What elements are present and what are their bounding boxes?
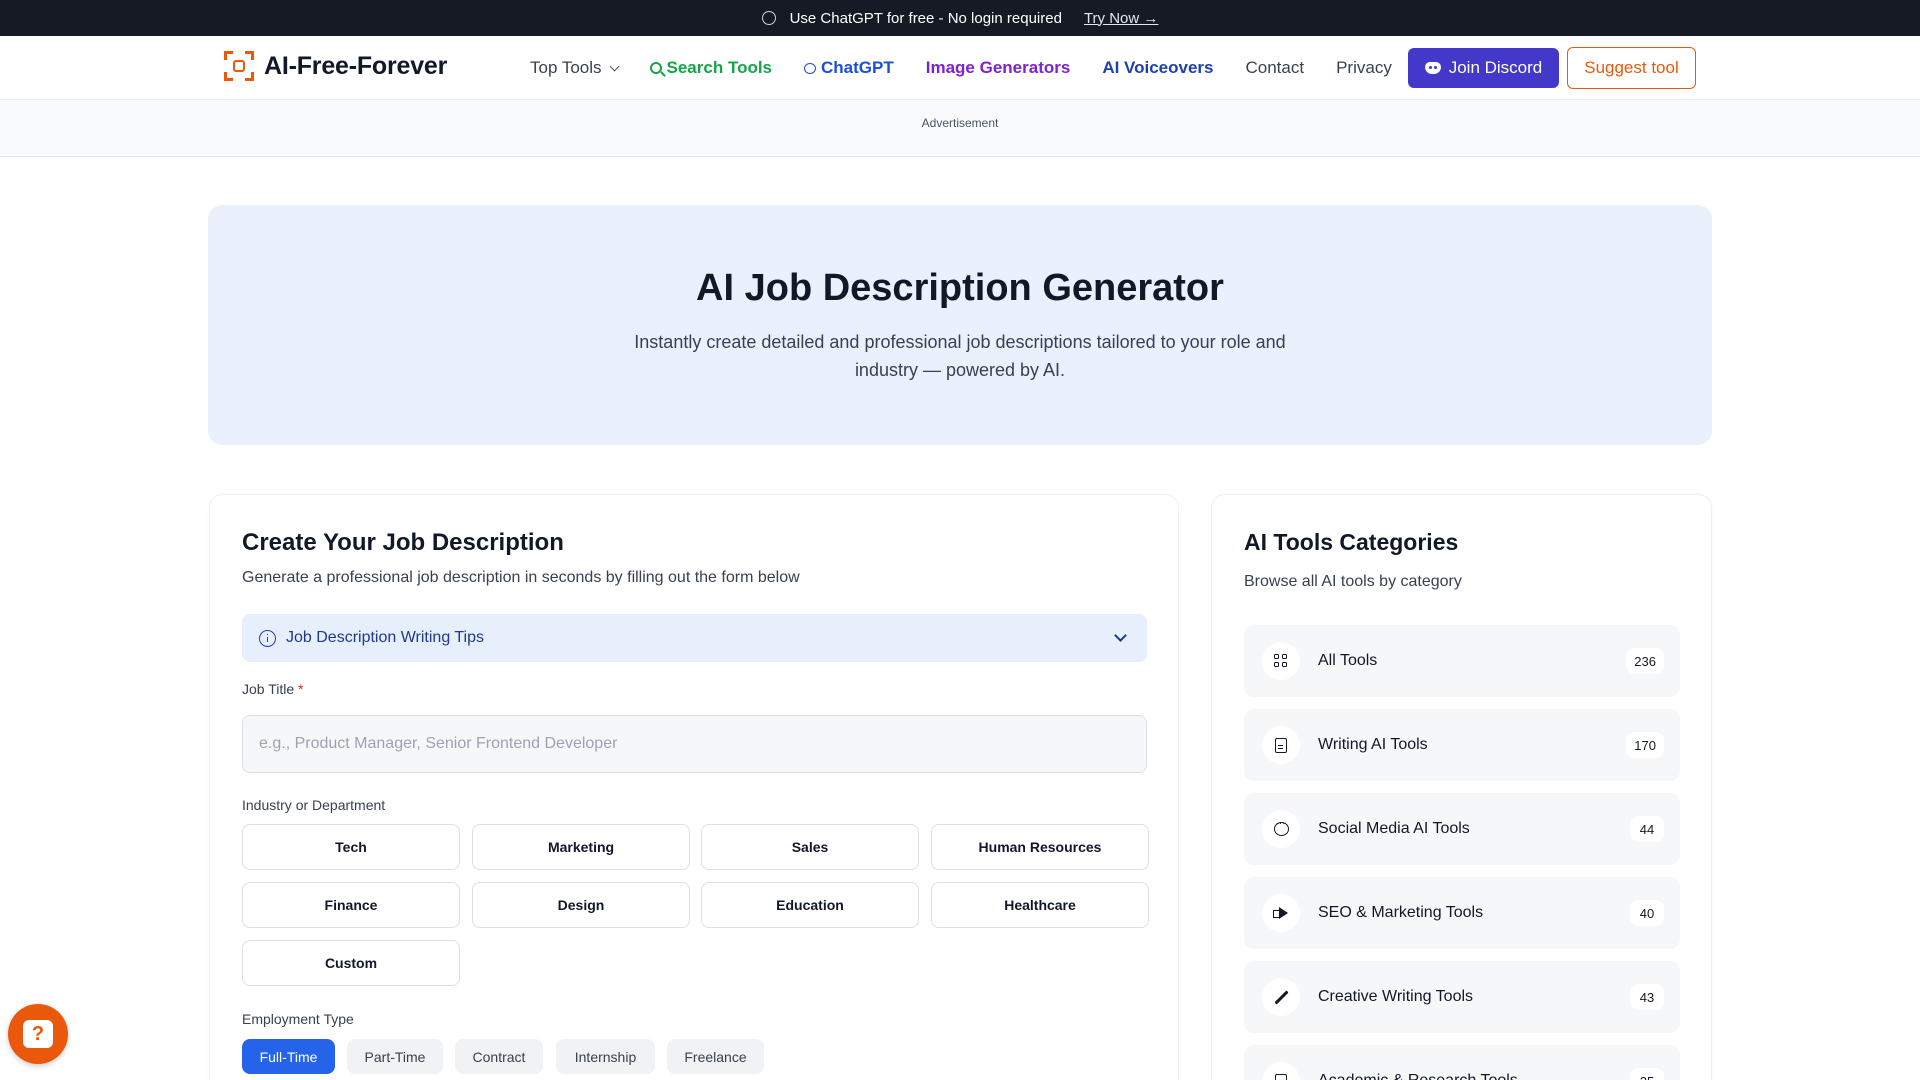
banner-text: Use ChatGPT for free - No login required (789, 9, 1062, 27)
category-name: All Tools (1318, 652, 1378, 669)
industry-option-tech[interactable]: Tech (242, 824, 460, 870)
writing-tips-label: Job Description Writing Tips (286, 629, 484, 646)
book-icon (1275, 1073, 1287, 1080)
industry-option-design[interactable]: Design (472, 882, 690, 928)
join-discord-button[interactable]: Join Discord (1408, 48, 1559, 88)
category-icon-wrap (1262, 726, 1300, 764)
categories-title: AI Tools Categories (1244, 529, 1459, 555)
nav-chatgpt[interactable]: ChatGPT (804, 58, 894, 78)
category-name: Social Media AI Tools (1318, 820, 1470, 837)
employment-option-full-time[interactable]: Full-Time (242, 1039, 335, 1074)
category-icon-wrap (1262, 978, 1300, 1016)
logo-text: AI-Free-Forever (264, 51, 448, 80)
industry-option-finance[interactable]: Finance (242, 882, 460, 928)
category-social-media-ai-tools[interactable]: Social Media AI Tools 44 (1244, 793, 1680, 865)
category-name: SEO & Marketing Tools (1318, 904, 1484, 921)
pen-icon (1273, 989, 1289, 1005)
join-discord-label: Join Discord (1448, 58, 1543, 77)
page-title: AI Job Description Generator (696, 267, 1224, 309)
job-description-form: Create Your Job Description Generate a p… (209, 494, 1179, 1080)
category-icon-wrap (1262, 1062, 1300, 1080)
help-question-icon: ? (23, 1020, 53, 1048)
logo-icon (224, 51, 254, 81)
chevron-down-icon (1114, 629, 1127, 642)
category-icon-wrap (1262, 894, 1300, 932)
nav-chatgpt-label: ChatGPT (821, 58, 894, 77)
try-now-link[interactable]: Try Now → (1084, 10, 1158, 27)
industry-option-custom[interactable]: Custom (242, 940, 460, 986)
employment-option-internship[interactable]: Internship (556, 1039, 655, 1074)
job-title-placeholder: e.g., Product Manager, Senior Frontend D… (259, 735, 618, 752)
category-writing-ai-tools[interactable]: Writing AI Tools 170 (1244, 709, 1680, 781)
category-count: 25 (1630, 1068, 1664, 1080)
nav-ai-voiceovers[interactable]: AI Voiceovers (1102, 58, 1213, 78)
chevron-down-icon (609, 61, 619, 71)
industry-option-marketing[interactable]: Marketing (472, 824, 690, 870)
suggest-tool-button[interactable]: Suggest tool (1567, 47, 1696, 89)
writing-tips-accordion[interactable]: Job Description Writing Tips (242, 614, 1147, 662)
job-title-label: Job Title * (242, 681, 303, 697)
job-title-input[interactable]: e.g., Product Manager, Senior Frontend D… (242, 715, 1147, 773)
employment-option-part-time[interactable]: Part-Time (347, 1039, 443, 1074)
category-name: Writing AI Tools (1318, 736, 1428, 753)
categories-subtitle: Browse all AI tools by category (1244, 573, 1462, 590)
industry-label: Industry or Department (242, 797, 386, 813)
category-icon-wrap (1262, 642, 1300, 680)
chat-bubble-icon (804, 62, 817, 74)
chat-bubble-icon (761, 11, 776, 25)
category-icon-wrap (1262, 810, 1300, 848)
employment-option-freelance[interactable]: Freelance (667, 1039, 764, 1074)
industry-option-human-resources[interactable]: Human Resources (931, 824, 1149, 870)
nav-top-tools-label: Top Tools (530, 58, 602, 77)
advertisement-slot: Advertisement (0, 101, 1920, 157)
category-all-tools[interactable]: All Tools 236 (1244, 625, 1680, 697)
hero-section: AI Job Description Generator Instantly c… (208, 205, 1712, 445)
industry-option-education[interactable]: Education (701, 882, 919, 928)
help-button[interactable]: ? (8, 1004, 68, 1064)
nav-top-tools[interactable]: Top Tools (530, 58, 619, 78)
nav-search-tools[interactable]: Search Tools (649, 58, 773, 78)
nav-contact[interactable]: Contact (1246, 58, 1305, 78)
category-seo-marketing-tools[interactable]: SEO & Marketing Tools 40 (1244, 877, 1680, 949)
job-title-label-text: Job Title (242, 681, 295, 697)
megaphone-icon (1273, 907, 1289, 919)
nav-image-generators[interactable]: Image Generators (926, 58, 1071, 78)
industry-option-sales[interactable]: Sales (701, 824, 919, 870)
search-icon (649, 62, 662, 74)
category-count: 236 (1626, 648, 1664, 674)
site-logo[interactable]: AI-Free-Forever (224, 51, 447, 81)
employment-type-label: Employment Type (242, 1011, 354, 1027)
industry-option-healthcare[interactable]: Healthcare (931, 882, 1149, 928)
category-creative-writing-tools[interactable]: Creative Writing Tools 43 (1244, 961, 1680, 1033)
form-title: Create Your Job Description (242, 529, 564, 556)
main-nav: AI-Free-Forever Top Tools Search Tools C… (0, 36, 1920, 100)
ai-tools-categories: AI Tools Categories Browse all AI tools … (1211, 494, 1712, 1080)
form-subtitle: Generate a professional job description … (242, 569, 800, 586)
category-academic-research-tools[interactable]: Academic & Research Tools 25 (1244, 1045, 1680, 1080)
top-banner: Use ChatGPT for free - No login required… (0, 0, 1920, 36)
category-count: 40 (1630, 900, 1664, 926)
nav-privacy[interactable]: Privacy (1336, 58, 1392, 78)
nav-search-tools-label: Search Tools (666, 58, 773, 77)
employment-option-contract[interactable]: Contract (455, 1039, 543, 1074)
nav-links: Top Tools Search Tools ChatGPT Image Gen… (530, 36, 1424, 100)
message-icon (1273, 818, 1289, 836)
category-count: 43 (1630, 984, 1664, 1010)
category-count: 170 (1626, 732, 1664, 758)
category-count: 44 (1630, 816, 1664, 842)
discord-icon (1424, 62, 1441, 74)
grid-icon (1274, 654, 1288, 668)
required-asterisk: * (298, 681, 304, 697)
category-name: Creative Writing Tools (1318, 988, 1474, 1005)
category-name: Academic & Research Tools (1318, 1072, 1518, 1080)
info-icon (259, 629, 276, 647)
document-icon (1275, 737, 1287, 753)
page-subtitle: Instantly create detailed and profession… (634, 332, 1286, 380)
advertisement-label: Advertisement (921, 116, 999, 130)
